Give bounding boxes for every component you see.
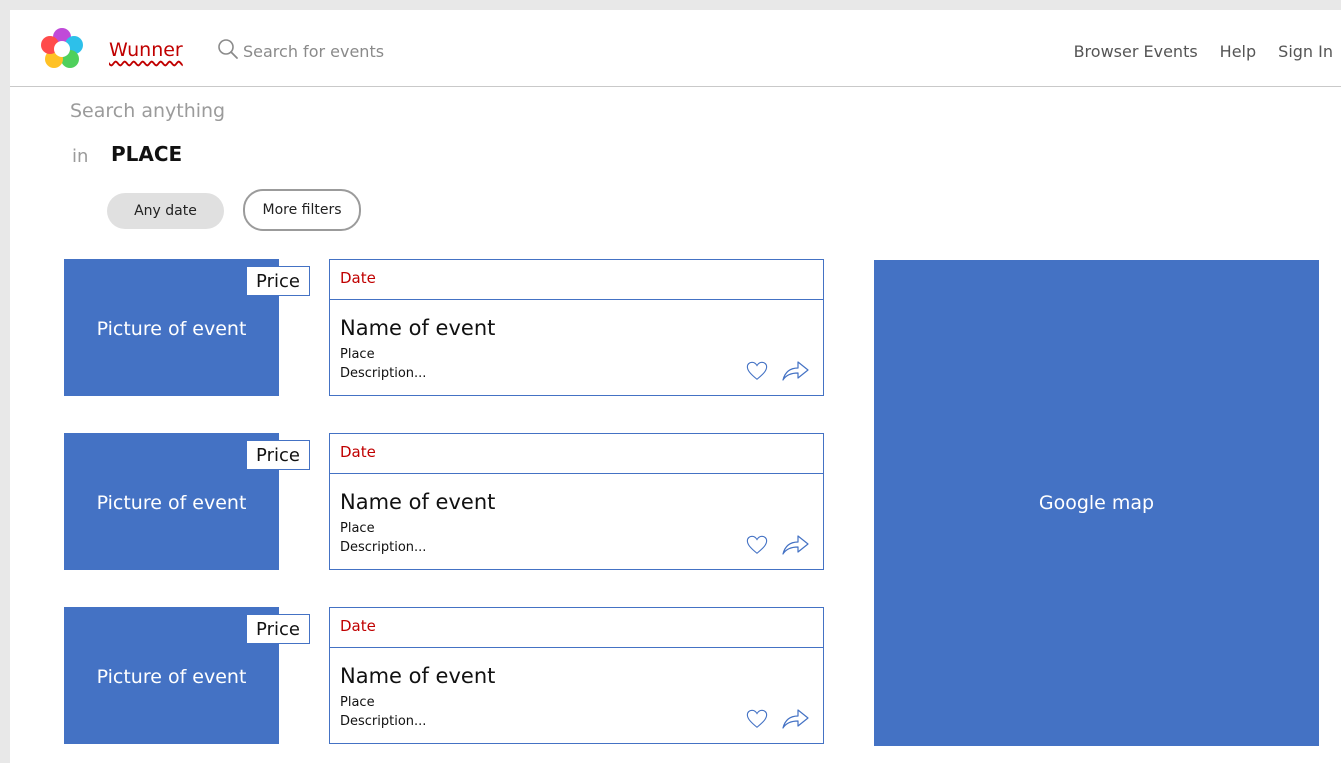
share-arrow-icon[interactable] [780,706,810,730]
event-date: Date [330,260,823,300]
event-picture-label: Picture of event [96,491,247,514]
search-input[interactable] [243,40,463,62]
event-name[interactable]: Name of event [340,490,495,514]
event-place: Place [340,521,375,536]
more-filters-button[interactable]: More filters [243,189,361,231]
share-arrow-icon[interactable] [780,532,810,556]
share-arrow-icon[interactable] [780,358,810,382]
nav-browse-events-link[interactable]: Browser Events [1074,42,1198,61]
heart-icon[interactable] [746,708,768,730]
any-date-filter-button[interactable]: Any date [107,193,224,229]
event-place: Place [340,347,375,362]
brand-link[interactable]: Wunner [109,39,183,61]
event-card[interactable]: Date Name of event Place Description... [329,259,824,396]
event-description: Description... [340,540,427,555]
event-date: Date [330,434,823,474]
price-tag: Price [246,614,310,644]
event-name[interactable]: Name of event [340,664,495,688]
event-picture[interactable]: Picture of event Price [64,259,310,396]
event-description: Description... [340,366,427,381]
top-header: Wunner Browser Events Help Sign In [10,10,1341,87]
event-name[interactable]: Name of event [340,316,495,340]
nav-help-link[interactable]: Help [1220,42,1256,61]
heart-icon[interactable] [746,360,768,382]
event-card[interactable]: Date Name of event Place Description... [329,433,824,570]
logo-icon[interactable] [39,26,85,72]
search-anything-input[interactable]: Search anything [70,100,225,122]
google-map[interactable]: Google map [874,260,1319,746]
event-picture[interactable]: Picture of event Price [64,607,310,744]
event-picture-label: Picture of event [96,317,247,340]
map-label: Google map [1038,492,1155,514]
event-date: Date [330,608,823,648]
top-nav: Browser Events Help Sign In [1074,42,1333,61]
place-selector[interactable]: PLACE [111,142,182,166]
search-icon [218,39,238,59]
event-place: Place [340,695,375,710]
event-picture-label: Picture of event [96,665,247,688]
in-label: in [72,146,89,167]
price-tag: Price [246,266,310,296]
event-card[interactable]: Date Name of event Place Description... [329,607,824,744]
event-picture[interactable]: Picture of event Price [64,433,310,570]
nav-sign-in-link[interactable]: Sign In [1278,42,1333,61]
price-tag: Price [246,440,310,470]
event-description: Description... [340,714,427,729]
heart-icon[interactable] [746,534,768,556]
page: Wunner Browser Events Help Sign In Searc… [10,10,1341,763]
